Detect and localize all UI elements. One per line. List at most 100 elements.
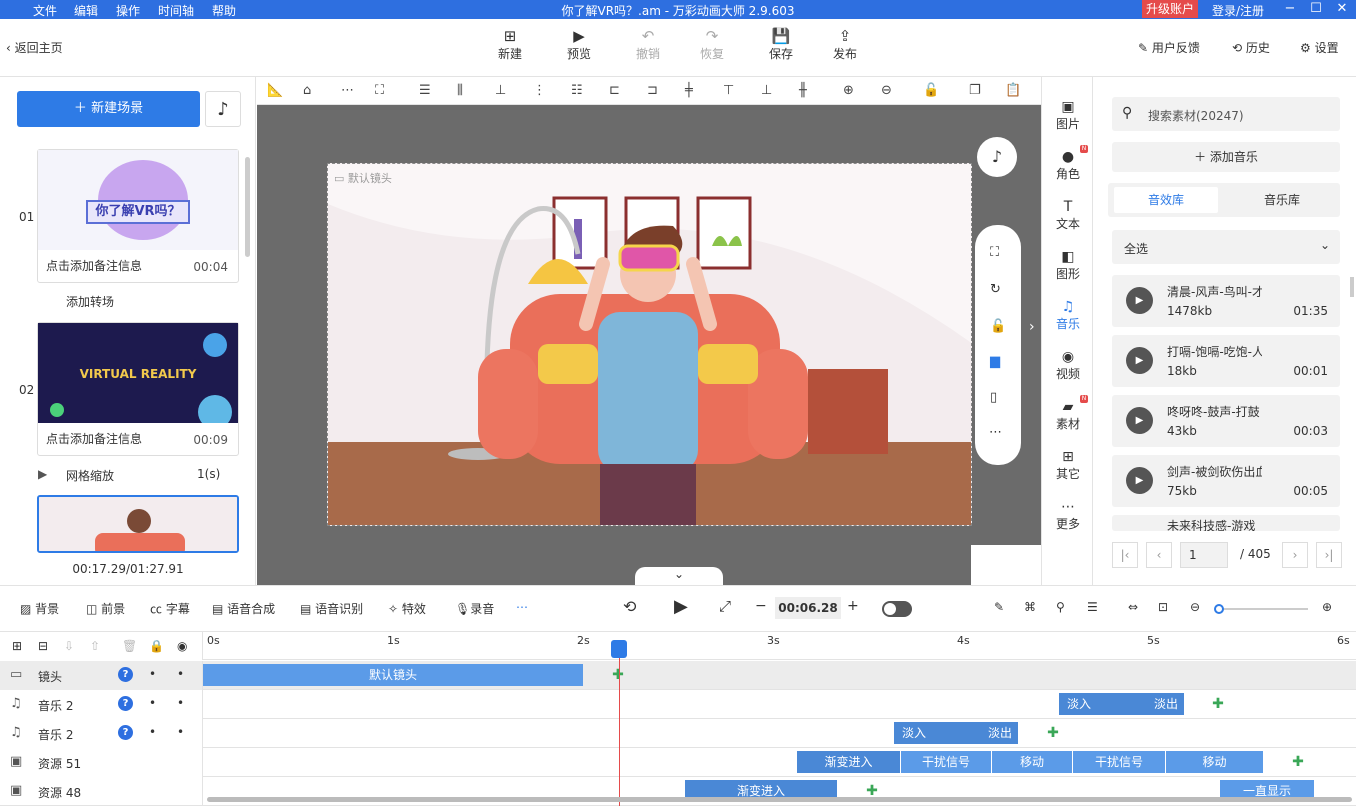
lock-toggle[interactable]: • — [149, 696, 156, 710]
play-icon[interactable]: ▶ — [1126, 347, 1153, 374]
lock-open-icon[interactable]: 🔓 — [990, 319, 1006, 334]
category-image[interactable]: ▣ 图片 — [1042, 99, 1094, 132]
foreground-button[interactable]: ◫ 前景 — [86, 600, 125, 617]
audio-clip[interactable]: 淡入 淡出 — [894, 722, 1018, 744]
time-increase-button[interactable]: + — [847, 598, 859, 614]
distribute-v-icon[interactable]: ☷ — [571, 83, 583, 98]
time-decrease-button[interactable]: − — [755, 598, 767, 614]
visibility-toggle[interactable]: • — [177, 667, 184, 681]
background-button[interactable]: ▨ 背景 — [20, 600, 59, 617]
chevron-right-icon[interactable]: › — [1029, 319, 1035, 335]
mini-preview[interactable] — [971, 545, 1041, 585]
ruler-icon[interactable]: 📐 — [267, 83, 283, 98]
page-input[interactable]: 1 — [1180, 542, 1228, 568]
help-icon[interactable]: ? — [118, 667, 133, 682]
category-material[interactable]: N ▰ 素材 — [1042, 395, 1094, 432]
background-music-button[interactable]: ♪ — [977, 137, 1017, 177]
time-ruler[interactable]: 0s 1s 2s 3s 4s 5s 6s — [203, 632, 1356, 660]
more-icon[interactable]: ⋯ — [989, 425, 1002, 440]
playhead-handle[interactable] — [611, 640, 627, 658]
effects-button[interactable]: ✧ 特效 — [388, 600, 426, 617]
zoom-in-icon[interactable]: ⊕ — [1322, 600, 1332, 614]
zoom-out-icon[interactable]: ⊖ — [1190, 600, 1200, 614]
subtitle-button[interactable]: ㏄ 字幕 — [150, 600, 190, 617]
zoom-out-icon[interactable]: ⊖ — [881, 83, 892, 98]
adjust-icon[interactable]: ☰ — [1087, 600, 1098, 614]
tab-music-library[interactable]: 音乐库 — [1230, 187, 1334, 213]
close-icon[interactable]: ✕ — [1332, 0, 1352, 18]
audio-clip[interactable]: 淡入 淡出 — [1059, 693, 1184, 715]
list-scrollbar[interactable] — [1350, 277, 1354, 297]
lock-toggle[interactable]: • — [149, 667, 156, 681]
record-button[interactable]: 🎙录音 — [455, 600, 494, 617]
list-item[interactable]: ▶ 清晨-风声-鸟叫-才 1478kb 01:35 — [1112, 275, 1340, 327]
scene-note[interactable]: 点击添加备注信息 — [46, 257, 142, 274]
delete-icon[interactable]: 🗑 — [122, 639, 137, 653]
prev-page-icon[interactable]: ‹ — [1146, 542, 1172, 568]
more-circle-icon[interactable]: ⋯ — [516, 600, 528, 614]
list-item[interactable]: ▶ 打嗝-饱嗝-吃饱-人 18kb 00:01 — [1112, 335, 1340, 387]
zoom-in-icon[interactable]: ⊕ — [843, 83, 854, 98]
effect-clip[interactable]: 干扰信号 — [901, 751, 991, 773]
visibility-toggle[interactable]: • — [177, 696, 184, 710]
visibility-toggle[interactable]: • — [177, 725, 184, 739]
list-item[interactable]: ▶ 咚呀咚-鼓声-打鼓 43kb 00:03 — [1112, 395, 1340, 447]
category-other[interactable]: ⊞ 其它 — [1042, 449, 1094, 482]
track-row-camera[interactable]: ▭ 镜头 ? • • 默认镜头 ✚ — [0, 661, 1356, 690]
align-right-icon[interactable]: ⊐ — [647, 83, 658, 98]
text-tool-icon[interactable]: ⌘ — [1024, 600, 1036, 614]
home-icon[interactable]: ⌂ — [303, 83, 311, 98]
paste-icon[interactable]: 📋 — [1005, 83, 1021, 98]
align-middle-icon[interactable]: ╫ — [799, 83, 807, 98]
timeline-scrollbar[interactable] — [207, 797, 1352, 802]
rotate-icon[interactable]: ↻ — [990, 282, 1001, 297]
phone-icon[interactable]: ▯ — [990, 390, 997, 405]
settings-button[interactable]: ⚙ 设置 — [1300, 39, 1339, 56]
new-folder-icon[interactable]: ⊟ — [38, 639, 48, 653]
lock-icon[interactable]: 🔓 — [923, 83, 939, 98]
align-center-h-icon[interactable]: ╪ — [685, 83, 693, 98]
asr-button[interactable]: ▤ 语音识别 — [300, 600, 363, 617]
replay-icon[interactable]: ⟲ — [623, 597, 636, 616]
toggle-switch[interactable] — [882, 601, 912, 617]
next-page-icon[interactable]: › — [1282, 542, 1308, 568]
save-button[interactable]: 💾 保存 — [756, 27, 806, 62]
scene-card-2[interactable]: VIRTUAL REALITY 点击添加备注信息 00:09 — [37, 322, 239, 456]
add-music-button[interactable]: ＋ 添加音乐 — [1112, 142, 1340, 172]
category-more[interactable]: ⋯ 更多 — [1042, 499, 1094, 532]
category-character[interactable]: N ● 角色 — [1042, 145, 1094, 182]
stage[interactable]: ▭ 默认镜头 — [327, 163, 972, 526]
category-shape[interactable]: ◧ 图形 — [1042, 249, 1094, 282]
distribute-h-icon[interactable]: ⋮ — [533, 83, 546, 98]
track-row-resource[interactable]: ▣ 资源 51 渐变进入 干扰信号 移动 干扰信号 移动 ✚ — [0, 748, 1356, 777]
category-text[interactable]: T 文本 — [1042, 199, 1094, 232]
add-keyframe-icon[interactable]: ✚ — [1291, 755, 1305, 769]
filter-icon[interactable]: ⚲ — [1056, 600, 1065, 614]
monitor-icon[interactable]: ▆ — [990, 354, 1000, 369]
fit-icon[interactable]: ⛶ — [375, 83, 384, 98]
first-page-icon[interactable]: |‹ — [1112, 542, 1138, 568]
align-bottom-edge-icon[interactable]: ⊥ — [761, 83, 772, 98]
scene-scrollbar[interactable] — [245, 157, 250, 257]
filter-select[interactable]: 全选 ⌄ — [1112, 230, 1340, 264]
add-keyframe-icon[interactable]: ✚ — [865, 784, 879, 798]
move-up-icon[interactable]: ⇧ — [90, 639, 100, 653]
scene-music-button[interactable]: ♪ — [205, 91, 241, 127]
transition-duration[interactable]: 1(s) — [197, 467, 220, 481]
current-time-input[interactable]: 00:06.28 — [775, 597, 841, 619]
category-music[interactable]: ♫ 音乐 — [1042, 299, 1094, 332]
preview-button[interactable]: ▶ 预览 — [554, 27, 604, 62]
help-icon[interactable]: ? — [118, 696, 133, 711]
effect-clip[interactable]: 移动 — [992, 751, 1072, 773]
minimize-icon[interactable]: − — [1280, 0, 1300, 18]
transition-name[interactable]: 网格缩放 — [66, 467, 114, 484]
scene-card-1[interactable]: 你了解VR吗？ 点击添加备注信息 00:04 — [37, 149, 239, 283]
play-icon[interactable]: ▶ — [1126, 287, 1153, 314]
back-button[interactable]: ‹ 返回主页 — [6, 39, 63, 56]
align-left-icon[interactable]: ⊏ — [609, 83, 620, 98]
lock-toggle[interactable]: • — [149, 725, 156, 739]
last-page-icon[interactable]: ›| — [1316, 542, 1342, 568]
effect-clip[interactable]: 干扰信号 — [1073, 751, 1165, 773]
effect-clip[interactable]: 渐变进入 — [797, 751, 900, 773]
copy-icon[interactable]: ❐ — [969, 83, 981, 98]
